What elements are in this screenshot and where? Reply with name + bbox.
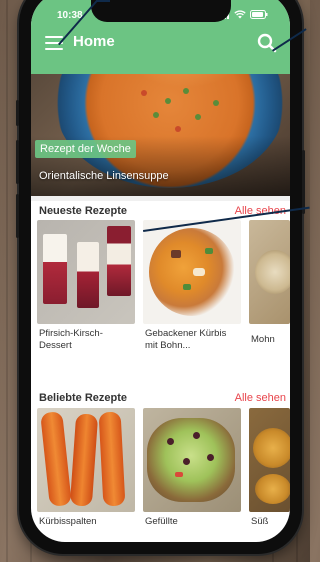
phone-side-button	[16, 100, 19, 126]
recipe-card-title: Gefüllte	[145, 516, 178, 527]
recipe-of-week-title: Orientalische Linsensuppe	[39, 170, 169, 182]
wifi-icon	[234, 10, 246, 19]
phone-frame: 10:38 Home Rezept der Woche Orientalisch…	[16, 0, 305, 554]
recipe-card-title: Pfirsich-Kirsch-Dessert	[39, 328, 103, 351]
popular-recipes-title: Beliebte Rezepte	[39, 392, 128, 404]
section-divider	[31, 196, 290, 201]
recipe-card-image[interactable]	[143, 408, 241, 512]
recipe-card-title: Gebackener Kürbis mit Bohn...	[145, 328, 227, 351]
recipe-card-image[interactable]	[37, 408, 135, 512]
recipe-of-week-badge: Rezept der Woche	[35, 140, 136, 158]
recipe-card-image[interactable]	[249, 220, 290, 324]
recipe-card-image[interactable]	[37, 220, 135, 324]
recipe-card-image[interactable]	[143, 220, 241, 324]
phone-side-button	[302, 150, 305, 214]
recipe-card-title: Kürbisspalten	[39, 516, 97, 527]
phone-notch	[91, 0, 231, 22]
search-icon[interactable]	[256, 32, 278, 54]
page-title: Home	[73, 33, 115, 50]
phone-side-button	[16, 194, 19, 238]
recipe-card-image[interactable]	[249, 408, 290, 512]
recipe-of-week-card[interactable]: Rezept der Woche Orientalische Linsensup…	[31, 74, 290, 196]
newest-recipes-title: Neueste Rezepte	[39, 205, 128, 217]
app-screen: 10:38 Home Rezept der Woche Orientalisch…	[31, 0, 290, 542]
popular-see-all-link[interactable]: Alle sehen	[235, 392, 286, 404]
annotation-line	[96, 0, 110, 2]
phone-side-button	[16, 140, 19, 184]
battery-icon	[250, 10, 268, 19]
recipe-card-title: Mohn	[251, 334, 275, 345]
recipe-card-title: Süß	[251, 516, 269, 527]
